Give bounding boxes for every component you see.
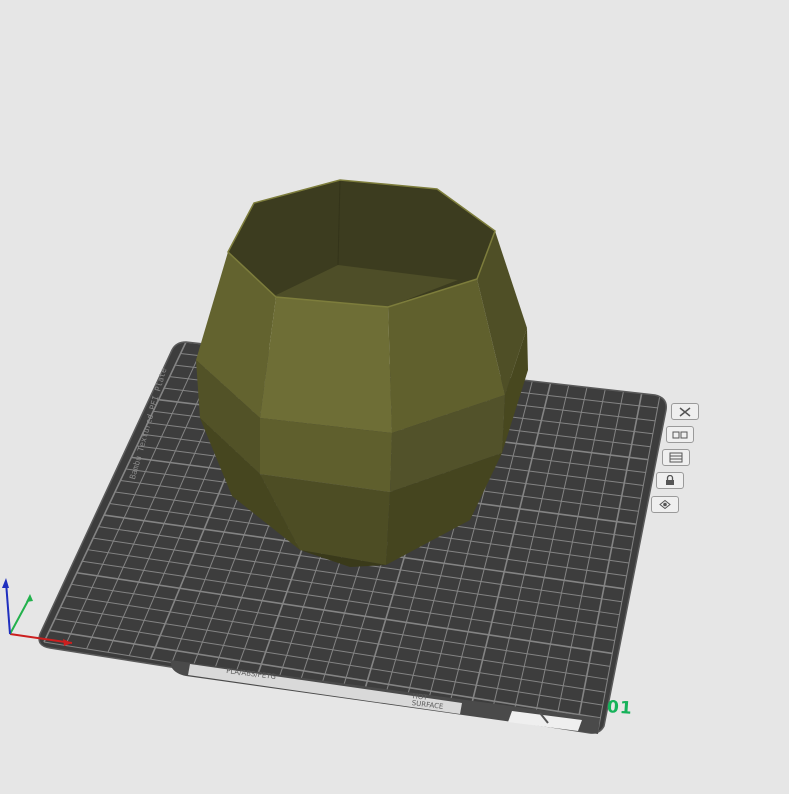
lock-icon xyxy=(666,475,674,485)
plate-settings-button[interactable] xyxy=(651,496,679,513)
orient-plate-button[interactable] xyxy=(662,449,690,466)
lock-plate-button[interactable] xyxy=(656,472,684,489)
gear-icon xyxy=(659,499,671,510)
arrange-plate-button[interactable] xyxy=(666,426,694,443)
3d-viewport[interactable] xyxy=(0,0,789,794)
delete-plate-button[interactable] xyxy=(671,403,699,420)
close-icon xyxy=(679,406,691,417)
orient-icon xyxy=(669,452,683,463)
plate-number: 01 xyxy=(606,697,634,719)
arrange-icon xyxy=(672,431,688,438)
